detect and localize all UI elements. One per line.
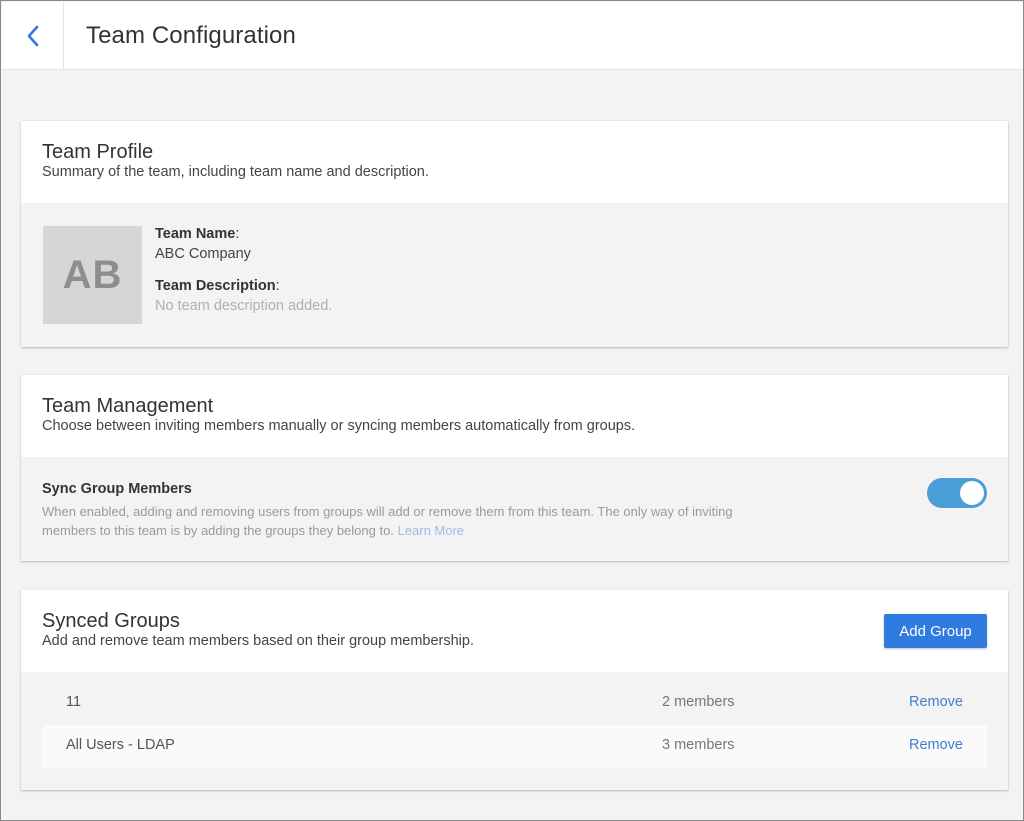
- team-description-label: Team Description:: [155, 278, 280, 294]
- group-member-count: 3 members: [662, 737, 735, 753]
- team-description-value: No team description added.: [155, 298, 333, 314]
- top-bar: Team Configuration: [2, 2, 1023, 70]
- sync-group-members-description: When enabled, adding and removing users …: [42, 503, 742, 540]
- team-name-label-text: Team Name: [155, 226, 236, 242]
- app-window: Team Configuration Team Profile Summary …: [0, 0, 1024, 821]
- team-profile-title: Team Profile: [42, 141, 154, 163]
- chevron-left-icon: [27, 25, 38, 46]
- team-profile-card: Team Profile Summary of the team, includ…: [21, 121, 1008, 347]
- sync-description-text: When enabled, adding and removing users …: [42, 504, 733, 538]
- synced-groups-body: 11 2 members Remove All Users - LDAP 3 m…: [21, 672, 1008, 790]
- team-name-label: Team Name:: [155, 226, 240, 242]
- synced-groups-card: Synced Groups Add and remove team member…: [21, 590, 1008, 790]
- page-title: Team Configuration: [86, 22, 296, 49]
- add-group-button[interactable]: Add Group: [884, 614, 987, 648]
- synced-groups-subtitle: Add and remove team members based on the…: [42, 633, 474, 649]
- remove-group-button[interactable]: Remove: [909, 737, 963, 753]
- team-description-label-text: Team Description: [155, 278, 276, 294]
- group-member-count: 2 members: [662, 694, 735, 710]
- synced-groups-header: Synced Groups Add and remove team member…: [21, 590, 1008, 672]
- team-name-value: ABC Company: [155, 246, 251, 262]
- table-row: 11 2 members Remove: [42, 682, 987, 725]
- team-management-header: Team Management Choose between inviting …: [21, 375, 1008, 457]
- team-profile-body: AB Team Name: ABC Company Team Descripti…: [21, 203, 1008, 347]
- team-management-body: Sync Group Members When enabled, adding …: [21, 457, 1008, 561]
- table-row: All Users - LDAP 3 members Remove: [42, 725, 987, 768]
- team-management-subtitle: Choose between inviting members manually…: [42, 418, 636, 434]
- learn-more-link[interactable]: Learn More: [398, 523, 464, 538]
- toggle-knob: [960, 481, 984, 505]
- team-avatar: AB: [43, 226, 142, 324]
- back-button[interactable]: [2, 2, 64, 69]
- remove-group-button[interactable]: Remove: [909, 694, 963, 710]
- team-profile-subtitle: Summary of the team, including team name…: [42, 164, 429, 180]
- team-profile-header: Team Profile Summary of the team, includ…: [21, 121, 1008, 203]
- synced-groups-title: Synced Groups: [42, 610, 180, 632]
- team-management-card: Team Management Choose between inviting …: [21, 375, 1008, 561]
- group-name: All Users - LDAP: [66, 737, 175, 753]
- sync-group-members-toggle[interactable]: [927, 478, 987, 508]
- sync-group-members-title: Sync Group Members: [42, 481, 192, 497]
- team-management-title: Team Management: [42, 395, 214, 417]
- group-name: 11: [66, 694, 82, 710]
